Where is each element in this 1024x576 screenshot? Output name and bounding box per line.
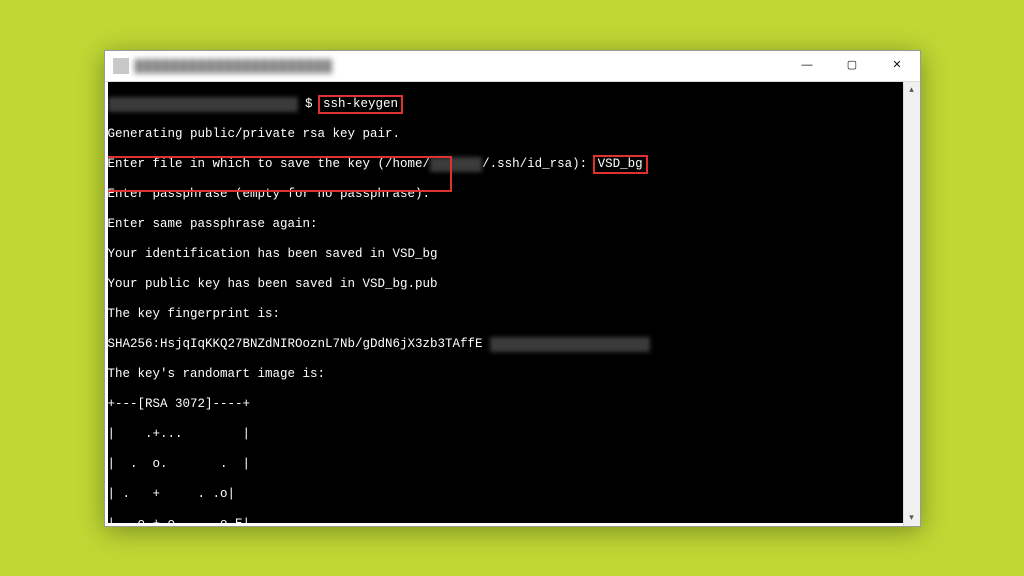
- sha-tail-blur: █████████████████████████: [490, 337, 650, 352]
- art-4: | . o + o o E|: [108, 517, 904, 523]
- line-enter-file: Enter file in which to save the key (/ho…: [108, 157, 904, 172]
- line-fingerprint: The key fingerprint is:: [108, 307, 904, 322]
- line-saved-pub: Your public key has been saved in VSD_bg…: [108, 277, 904, 292]
- window: ██████████████████████ — ▢ ✕ ███████████…: [104, 50, 921, 527]
- enter-file-b: /.ssh/id_rsa):: [482, 157, 595, 171]
- line-generating: Generating public/private rsa key pair.: [108, 127, 904, 142]
- close-icon: ✕: [892, 60, 901, 71]
- keyname-highlight: VSD_bg: [593, 155, 648, 174]
- scrollbar-up-arrow-icon[interactable]: ▴: [904, 82, 920, 98]
- scrollbar-down-arrow-icon[interactable]: ▾: [904, 510, 920, 526]
- window-title: ██████████████████████: [135, 59, 333, 73]
- scrollbar[interactable]: ▴ ▾: [903, 82, 920, 526]
- minimize-button[interactable]: —: [785, 51, 830, 81]
- line-sha: SHA256:HsjqIqKKQ27BNZdNIROoznL7Nb/gDdN6j…: [108, 337, 904, 352]
- minimize-icon: —: [802, 60, 813, 71]
- prompt-user-host-blur: ████████████████████████████████: [108, 97, 298, 112]
- keyname-text: VSD_bg: [598, 157, 643, 171]
- line-saved-id: Your identification has been saved in VS…: [108, 247, 904, 262]
- close-button[interactable]: ✕: [875, 51, 920, 81]
- terminal[interactable]: ████████████████████████████████ $ ssh-k…: [108, 82, 904, 523]
- art-1: | .+... |: [108, 427, 904, 442]
- line-randomart: The key's randomart image is:: [108, 367, 904, 382]
- art-3: | . + . .o|: [108, 487, 904, 502]
- terminal-area: ████████████████████████████████ $ ssh-k…: [105, 82, 920, 526]
- titlebar[interactable]: ██████████████████████ — ▢ ✕: [105, 51, 920, 82]
- enter-file-a: Enter file in which to save the key (/ho…: [108, 157, 431, 171]
- line-passphrase-2: Enter same passphrase again:: [108, 217, 904, 232]
- line-passphrase-1: Enter passphrase (empty for no passphras…: [108, 187, 904, 202]
- art-2: | . o. . |: [108, 457, 904, 472]
- enter-file-user-blur: ███████: [430, 157, 482, 172]
- app-icon: [113, 58, 129, 74]
- prompt-line-1: ████████████████████████████████ $ ssh-k…: [108, 97, 904, 112]
- maximize-button[interactable]: ▢: [830, 51, 875, 81]
- title-left: ██████████████████████: [105, 58, 333, 74]
- maximize-icon: ▢: [847, 60, 857, 71]
- sha-text: SHA256:HsjqIqKKQ27BNZdNIROoznL7Nb/gDdN6j…: [108, 337, 491, 351]
- art-0: +---[RSA 3072]----+: [108, 397, 904, 412]
- window-controls: — ▢ ✕: [785, 51, 920, 81]
